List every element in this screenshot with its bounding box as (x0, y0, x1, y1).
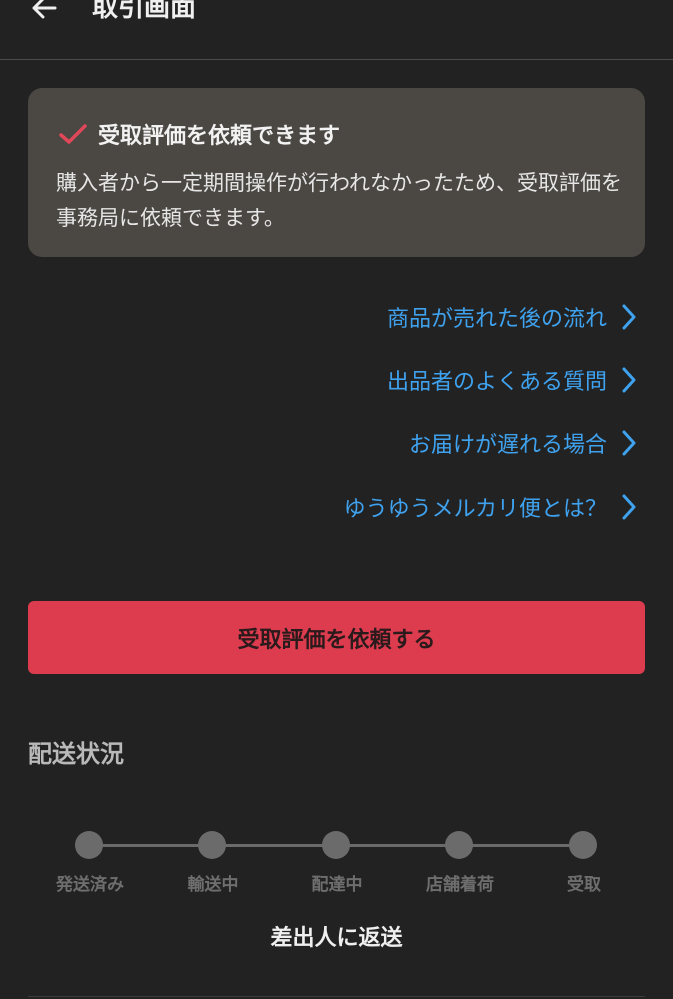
header: 取引画面 (0, 0, 673, 60)
step-label-received: 受取 (567, 875, 601, 895)
shipping-status-text: 差出人に返送 (270, 926, 403, 951)
notice-title: 受取評価を依頼できます (98, 124, 341, 149)
chevron-right-icon (622, 494, 636, 520)
back-button[interactable] (22, 0, 66, 30)
link-label: お届けが遅れる場合 (408, 433, 607, 458)
chevron-right-icon (622, 304, 636, 330)
link-delivery-delay[interactable]: お届けが遅れる場合 (409, 423, 637, 463)
step-label-delivering: 配達中 (311, 875, 363, 895)
chevron-right-icon (622, 367, 636, 393)
link-flow-after-sale[interactable]: 商品が売れた後の流れ (387, 297, 637, 337)
step-label-arrived-store: 店舗着荷 (426, 875, 494, 895)
link-label: 商品が売れた後の流れ (386, 307, 607, 332)
link-label: ゆうゆうメルカリ便とは？ (343, 497, 607, 522)
request-review-label: 受取評価を依頼する (237, 627, 436, 653)
step-dot-in-transit (198, 831, 226, 859)
notice-title-row: 受取評価を依頼できます (58, 118, 340, 150)
notice-card: 受取評価を依頼できます 購入者から一定期間操作が行われなかったため、受取評価を事… (28, 88, 645, 257)
step-dot-arrived-store (445, 831, 473, 859)
chevron-right-icon (622, 430, 636, 456)
step-dot-received (569, 831, 597, 859)
check-icon (59, 124, 87, 144)
step-dot-shipped (75, 831, 103, 859)
notice-body: 購入者から一定期間操作が行われなかったため、受取評価を事務局に依頼できます。 (56, 171, 622, 230)
link-label: 出品者のよくある質問 (386, 370, 607, 395)
link-seller-faq[interactable]: 出品者のよくある質問 (387, 360, 637, 400)
step-dot-delivering (322, 831, 350, 859)
link-yuyu-mercari-bin[interactable]: ゆうゆうメルカリ便とは？ (344, 487, 637, 527)
step-label-in-transit: 輸送中 (187, 875, 239, 895)
arrow-left-icon (32, 0, 57, 19)
request-review-button[interactable]: 受取評価を依頼する (28, 601, 645, 674)
step-label-shipped: 発送済み (56, 875, 124, 895)
page-title: 取引画面 (92, 0, 197, 23)
divider (28, 996, 645, 997)
shipping-status-title: 配送状況 (28, 740, 124, 768)
